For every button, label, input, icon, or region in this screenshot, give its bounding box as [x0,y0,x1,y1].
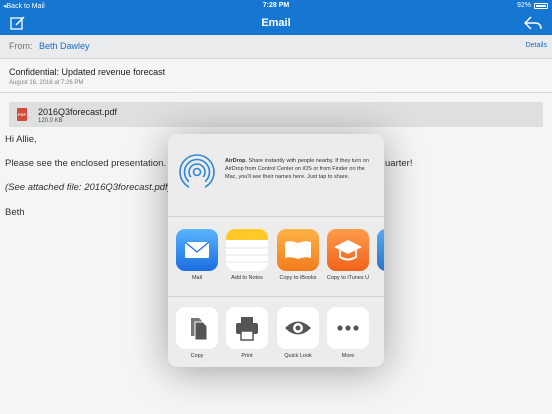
airdrop-description: AirDrop. Share instantly with people nea… [225,157,377,181]
share-app-label-itunes-u: Copy to iTunes U [326,275,370,281]
share-app-label-mail: Mail [191,275,203,281]
quick-look-button[interactable] [277,307,319,349]
nav-title: Email [261,17,291,29]
top-navigation-bar: ◂Back to Mail 7:28 PM 92% Email [0,0,552,35]
share-sheet: AirDrop. Share instantly with people nea… [168,134,384,367]
copy-button[interactable] [176,307,218,349]
battery-icon [534,2,548,9]
more-icon [337,325,359,331]
eye-icon [285,321,311,335]
airdrop-icon [179,154,215,191]
itunes-u-icon [334,240,362,261]
ibooks-icon [285,241,311,259]
airdrop-text: . Share instantly with people nearby. If… [225,158,369,180]
status-right: 92% [517,2,548,9]
more-button[interactable] [327,307,369,349]
mail-icon [184,241,210,258]
notes-icon [226,229,268,263]
add-to-notes-button[interactable] [226,229,268,271]
share-action-label-more: More [341,353,355,359]
share-action-label-quick-look: Quick Look [284,353,312,359]
copy-to-itunes-u-button[interactable] [327,229,369,271]
airdrop-section: AirDrop. Share instantly with people nea… [168,134,384,217]
share-apps-row: Mail Add to Notes Copy to iBooks Copy to [168,218,384,297]
share-app-label-ibooks: Copy to iBooks [279,275,317,281]
share-actions-row: Copy Print Quick Look More [168,298,384,367]
copy-icon [191,318,208,341]
reply-icon[interactable] [524,15,542,31]
status-bar: ◂Back to Mail 7:28 PM 92% [0,0,552,11]
battery-percent: 92% [516,2,531,9]
print-icon [236,317,258,341]
airdrop-title: AirDrop [225,158,246,164]
mail-share-button[interactable] [176,229,218,271]
status-time: 7:28 PM [262,2,290,9]
copy-to-ibooks-button[interactable] [277,229,319,271]
print-button[interactable] [226,307,268,349]
share-action-label-print: Print [241,353,253,359]
share-app-label-notes: Add to Notes [231,275,263,281]
more-apps-partial-tile[interactable] [377,229,384,271]
share-action-label-copy: Copy [190,353,204,359]
